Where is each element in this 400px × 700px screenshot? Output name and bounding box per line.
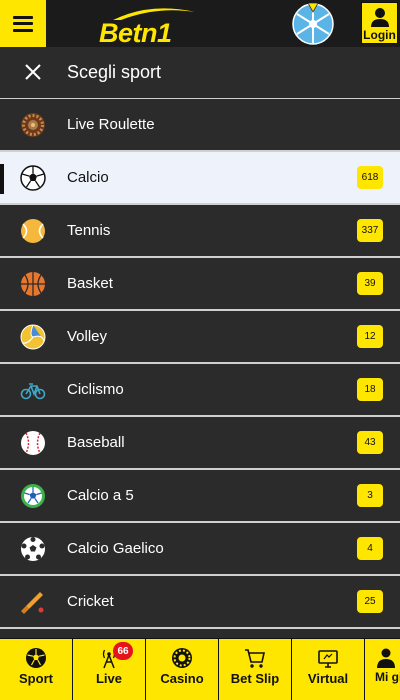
event-count-badge: 43 [357, 431, 383, 454]
sport-name: Volley [67, 328, 108, 345]
logo-text: Betn1 [99, 18, 172, 48]
sport-item-cricket[interactable]: Cricket 25 [0, 576, 400, 629]
sport-picker-header: Scegli sport [0, 47, 400, 100]
sport-item-calcio-gaelico[interactable]: Calcio Gaelico 4 [0, 523, 400, 576]
sport-name: Live Roulette [67, 116, 155, 133]
sport-name: Basket [67, 275, 113, 292]
cart-icon [245, 649, 265, 668]
sport-item-live-roulette[interactable]: Live Roulette [0, 99, 400, 152]
soccer-ball-icon [20, 165, 46, 191]
basketball-icon [21, 272, 45, 296]
event-count-badge: 337 [357, 219, 383, 242]
brand-logo[interactable]: Betn1 [95, 4, 205, 48]
sport-name: Calcio [67, 169, 109, 186]
event-count-badge: 12 [357, 325, 383, 348]
sport-item-calcio-a-5[interactable]: Calcio a 5 3 [0, 470, 400, 523]
gaelic-ball-icon [21, 537, 45, 561]
tab-label: Casino [160, 671, 204, 686]
close-icon[interactable] [22, 61, 44, 83]
event-count-badge: 3 [357, 484, 383, 507]
user-icon [377, 648, 395, 668]
login-label: Login [363, 28, 396, 42]
tab-casino[interactable]: Casino [146, 639, 219, 700]
sport-item-ciclismo[interactable]: Ciclismo 18 [0, 364, 400, 417]
tab-label: Bet Slip [230, 671, 280, 686]
event-count-badge: 39 [357, 272, 383, 295]
tab-label: Virtual [307, 671, 349, 686]
tab-bet-slip[interactable]: Bet Slip [219, 639, 292, 700]
tab-sport[interactable]: Sport [0, 639, 73, 700]
sport-name: Calcio a 5 [67, 487, 134, 504]
page-title: Scegli sport [67, 62, 162, 82]
monitor-icon [318, 650, 338, 668]
top-bar: Betn1 Login [0, 0, 400, 48]
bottom-nav: Sport 66 Live Casino Bet Slip Virtual Mi… [0, 638, 400, 700]
sport-item-basket[interactable]: Basket 39 [0, 258, 400, 311]
sport-name: Baseball [67, 434, 125, 451]
wheel-of-fortune-icon[interactable] [292, 3, 334, 45]
event-count-badge: 618 [357, 166, 383, 189]
event-count-badge: 4 [357, 537, 383, 560]
sport-name: Calcio Gaelico [67, 540, 164, 557]
menu-button[interactable] [0, 0, 46, 47]
tab-label: Sport [19, 671, 53, 686]
sport-list: Live Roulette Calcio 618 Tennis 337 Bask… [0, 99, 400, 629]
cricket-bat-icon [21, 592, 44, 614]
baseball-icon [21, 431, 45, 455]
tab-mi-gioc[interactable]: Mi gioc [365, 639, 400, 700]
soccer-ball-icon [26, 648, 46, 668]
roulette-icon [21, 113, 45, 137]
hamburger-icon [13, 15, 33, 32]
tab-label: Mi gioc [375, 670, 400, 684]
sport-name: Tennis [67, 222, 111, 239]
bicycle-icon [20, 383, 46, 400]
user-icon [370, 8, 389, 27]
sport-name: Cricket [67, 593, 114, 610]
futsal-ball-icon [21, 484, 45, 508]
sport-name: Ciclismo [67, 381, 124, 398]
sport-item-baseball[interactable]: Baseball 43 [0, 417, 400, 470]
sport-item-tennis[interactable]: Tennis 337 [0, 205, 400, 258]
sport-item-calcio[interactable]: Calcio 618 [0, 152, 400, 205]
sport-item-volley[interactable]: Volley 12 [0, 311, 400, 364]
roulette-chip-icon [172, 648, 192, 668]
tab-virtual[interactable]: Virtual [292, 639, 365, 700]
tab-live[interactable]: 66 Live [73, 639, 146, 700]
tab-label: Live [95, 671, 122, 686]
login-button[interactable]: Login [361, 2, 398, 44]
volleyball-icon [20, 324, 46, 350]
event-count-badge: 18 [357, 378, 383, 401]
event-count-badge: 25 [357, 590, 383, 613]
tennis-ball-icon [21, 219, 45, 243]
live-count-badge: 66 [113, 642, 133, 660]
